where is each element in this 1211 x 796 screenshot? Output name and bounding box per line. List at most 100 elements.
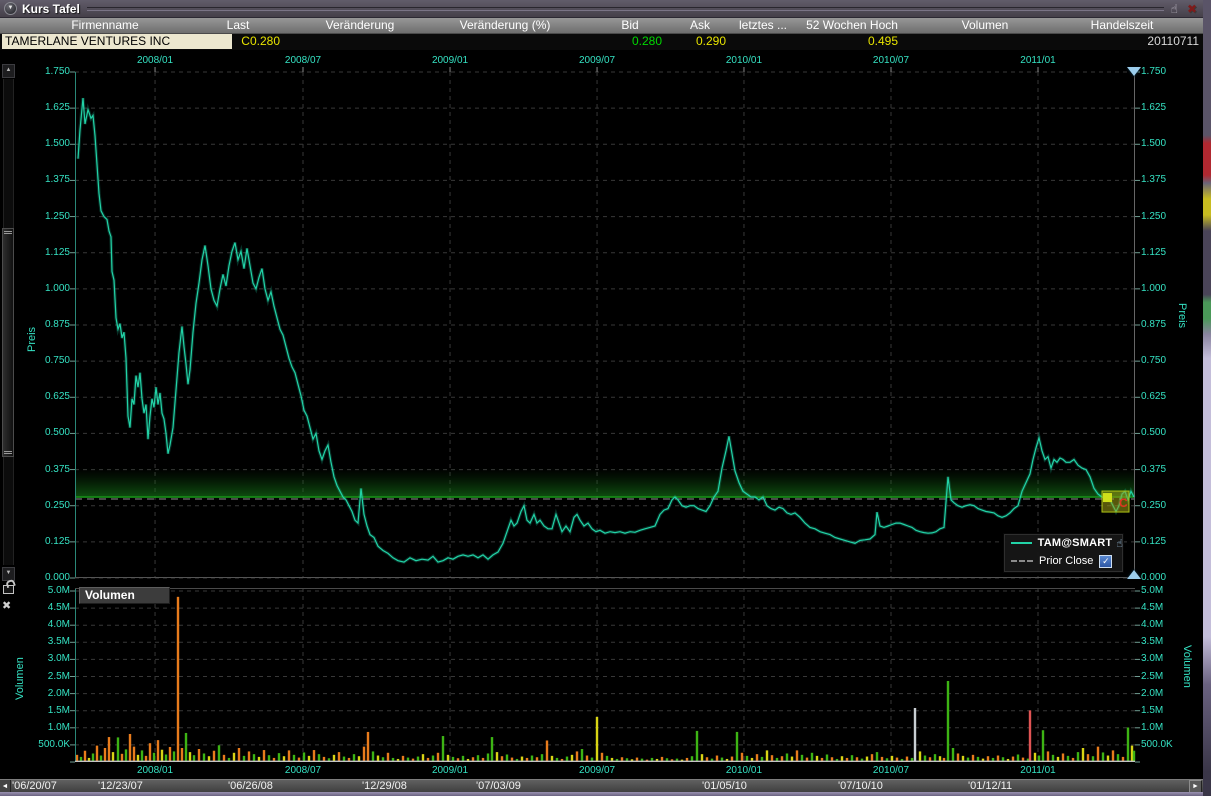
volume-chart[interactable]: [75, 588, 1135, 762]
price-tick-label: 0.375: [1141, 465, 1185, 475]
volume-tick-label: 1.5M: [24, 706, 70, 716]
date-tick-label: 2009/07: [579, 55, 615, 66]
date-tick-label: 2008/01: [137, 765, 173, 776]
52-week-high-value: 0.495: [813, 34, 898, 49]
price-tick-label: 0.125: [1141, 537, 1185, 547]
volume-tick-label: 2.0M: [24, 689, 70, 699]
volume-tick-label: 3.5M: [24, 637, 70, 647]
price-tick-label: 0.625: [1141, 392, 1185, 402]
date-tick-label: 2009/07: [579, 765, 615, 776]
col-last[interactable]: Last: [227, 18, 250, 32]
price-tick-label: 0.375: [30, 465, 70, 475]
date-tick-label: 2008/07: [285, 765, 321, 776]
prior-close-checkbox[interactable]: ✓: [1099, 555, 1112, 568]
volume-tick-label: 2.0M: [1141, 689, 1189, 699]
remove-pane-icon[interactable]: ✖: [2, 599, 11, 612]
col-handelszeit[interactable]: Handelszeit: [1091, 18, 1154, 32]
price-tick-label: 0.250: [30, 501, 70, 511]
volume-tick-label: 4.5M: [1141, 603, 1189, 613]
price-axis-title-left: Preis: [26, 327, 38, 352]
unlock-icon[interactable]: [3, 585, 14, 594]
date-tick-label: 2010/01: [726, 765, 762, 776]
quote-row[interactable]: TAMERLANE VENTURES INC C0.280 0.280 0.29…: [0, 34, 1203, 51]
volume-pane-title: Volumen: [79, 587, 170, 604]
volume-tick-label: 2.5M: [1141, 672, 1189, 682]
col-ask[interactable]: Ask: [690, 18, 710, 32]
background-window-edge: [1203, 0, 1211, 796]
volume-tick-label: 500.0K: [1141, 740, 1189, 750]
price-tick-label: 1.375: [30, 175, 70, 185]
price-tick-label: 1.625: [1141, 103, 1185, 113]
v-scrollbar-thumb[interactable]: [2, 228, 14, 457]
volume-tick-label: 4.5M: [24, 603, 70, 613]
prior-close-dash-swatch: [1011, 560, 1033, 562]
price-tick-label: 1.500: [30, 139, 70, 149]
legend-prior-close-label: Prior Close: [1039, 555, 1093, 567]
volume-tick-label: 1.0M: [24, 723, 70, 733]
volume-tick-label: 4.0M: [1141, 620, 1189, 630]
price-tick-label: 0.500: [30, 428, 70, 438]
date-tick-label: 2011/01: [1020, 765, 1055, 776]
col-bid[interactable]: Bid: [621, 18, 638, 32]
price-tick-label: 0.250: [1141, 501, 1185, 511]
volume-tick-label: 3.0M: [1141, 654, 1189, 664]
price-tick-label: 0.000: [30, 573, 70, 583]
scroll-down-icon[interactable]: ▼: [2, 567, 15, 581]
axis-range-handle-bottom[interactable]: [1127, 570, 1141, 579]
last-value: C0.280: [180, 34, 280, 49]
date-tick-label: 2010/01: [726, 55, 762, 66]
col-52-wochen-hoch[interactable]: 52 Wochen Hoch: [806, 18, 898, 32]
volume-tick-label: 2.5M: [24, 672, 70, 682]
legend-series-row[interactable]: TAM@SMART ☝: [1004, 534, 1123, 552]
chart-legend: TAM@SMART ☝ Prior Close ✓: [1003, 533, 1124, 573]
col-veraenderung-pct[interactable]: Veränderung (%): [460, 18, 551, 32]
price-tick-label: 1.000: [1141, 284, 1185, 294]
collapse-icon[interactable]: ▼: [4, 2, 17, 15]
volume-tick-label: 500.0K: [24, 740, 70, 750]
volume-tick-label: 5.0M: [24, 586, 70, 596]
move-hand-icon[interactable]: ☝: [1171, 2, 1178, 16]
price-tick-label: 1.375: [1141, 175, 1185, 185]
axis-range-handle-top[interactable]: [1127, 67, 1141, 76]
volume-tick-label: 4.0M: [24, 620, 70, 630]
date-tick-label: 2010/07: [873, 55, 909, 66]
volume-tick-label: 3.5M: [1141, 637, 1189, 647]
series-line-swatch: [1011, 542, 1032, 544]
col-veraenderung[interactable]: Veränderung: [326, 18, 395, 32]
window-titlebar[interactable]: ▼ Kurs Tafel ☝ ✖: [0, 0, 1203, 18]
price-tick-label: 1.125: [1141, 248, 1185, 258]
volume-tick-label: 3.0M: [24, 654, 70, 664]
titlebar-rule: [87, 7, 1164, 11]
ask-value: 0.290: [646, 34, 726, 49]
date-tick-label: 2011/01: [1020, 55, 1055, 66]
volume-tick-label: 1.0M: [1141, 723, 1189, 733]
price-tick-label: 0.625: [30, 392, 70, 402]
col-firmenname[interactable]: Firmenname: [71, 18, 138, 32]
window-title: Kurs Tafel: [22, 2, 80, 16]
price-tick-label: 1.125: [30, 248, 70, 258]
price-chart[interactable]: C: [75, 72, 1135, 578]
legend-series-label: TAM@SMART: [1038, 537, 1113, 549]
price-tick-label: 0.500: [1141, 428, 1185, 438]
price-tick-label: 0.875: [1141, 320, 1185, 330]
legend-prior-close-row[interactable]: Prior Close ✓: [1004, 552, 1123, 570]
date-tick-label: 2008/01: [137, 55, 173, 66]
price-tick-label: 1.625: [30, 103, 70, 113]
date-tick-label: 2008/07: [285, 55, 321, 66]
price-tick-label: 1.500: [1141, 139, 1185, 149]
legend-hand-icon: ☝: [1116, 537, 1123, 550]
volume-tick-label: 5.0M: [1141, 586, 1189, 596]
price-tick-label: 1.000: [30, 284, 70, 294]
close-icon[interactable]: ✖: [1187, 2, 1197, 16]
col-volumen[interactable]: Volumen: [962, 18, 1009, 32]
scroll-up-icon[interactable]: ▲: [2, 64, 15, 78]
window-bottom-border: [0, 792, 1203, 796]
price-tick-label: 0.750: [1141, 356, 1185, 366]
price-tick-label: 0.000: [1141, 573, 1185, 583]
col-letztes[interactable]: letztes ...: [739, 18, 787, 32]
price-tick-label: 1.750: [30, 67, 70, 77]
price-tick-label: 0.125: [30, 537, 70, 547]
price-tick-label: 1.750: [1141, 67, 1185, 77]
date-tick-label: 2009/01: [432, 55, 468, 66]
date-tick-label: 2009/01: [432, 765, 468, 776]
